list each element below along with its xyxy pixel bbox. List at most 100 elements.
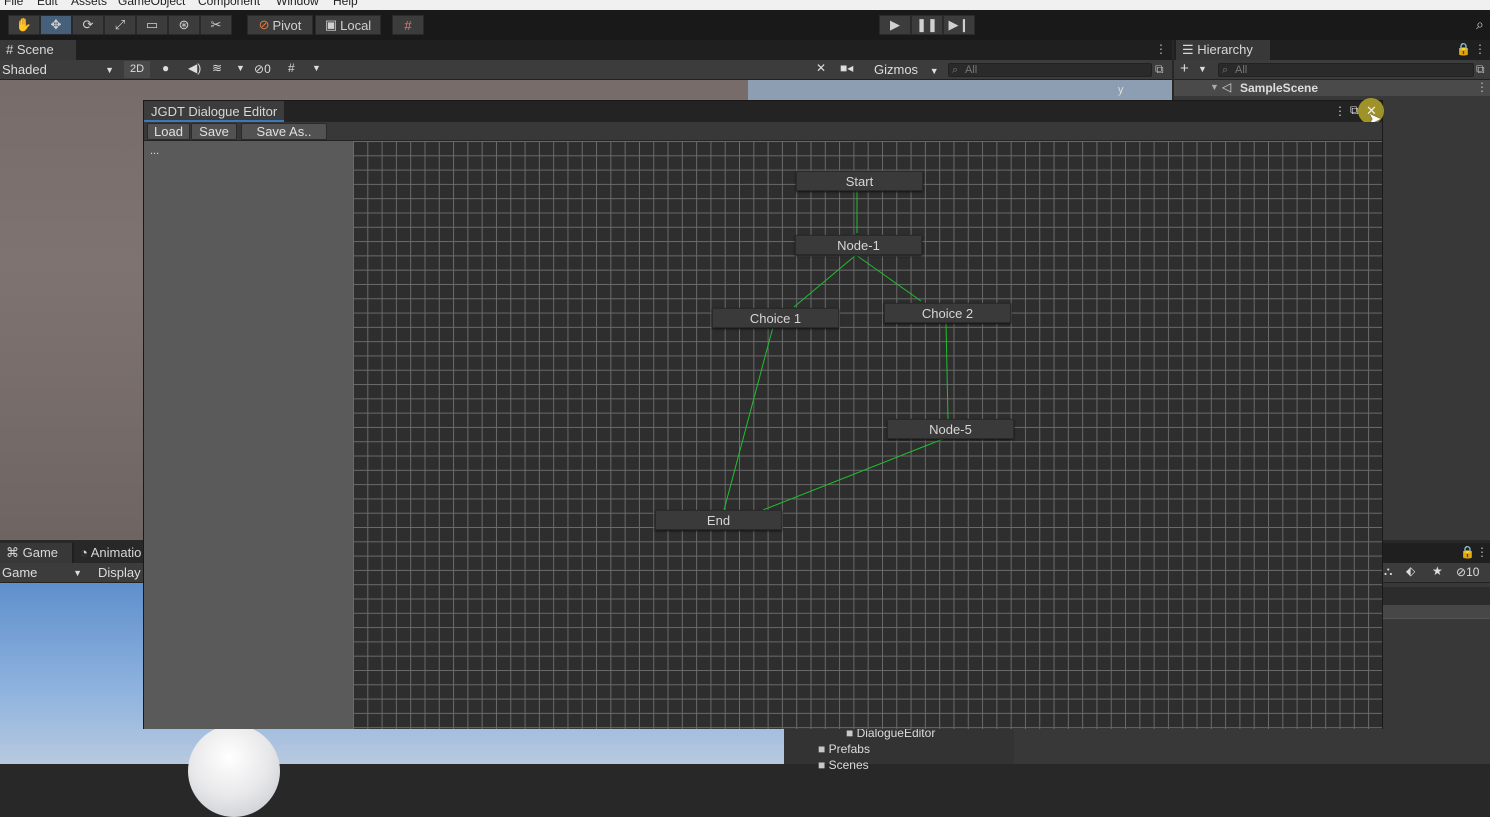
scene-search-placeholder: All — [965, 64, 978, 76]
shading-label: Shaded — [2, 62, 47, 77]
pause-button[interactable]: ❚❚ — [911, 15, 943, 35]
tab-scene[interactable]: # Scene — [0, 40, 76, 60]
main-toolbar: ✋ ✥ ⟳ ⤢ ▭ ⊛ ✂ ⊘ Pivot ▣ Local # ▶ ❚❚ ▶❙ … — [0, 10, 1490, 40]
tab-animation-label: Animatio — [90, 545, 142, 560]
project-hidden-count: 10 — [1466, 565, 1480, 579]
menu-assets[interactable]: Assets — [71, 0, 107, 8]
scene-search-input[interactable]: ⌕ All — [948, 63, 1152, 77]
rect-tool-icon[interactable]: ▭ — [136, 15, 168, 35]
gizmos-label: Gizmos — [874, 62, 919, 77]
local-toggle[interactable]: ▣ Local — [315, 15, 381, 35]
custom-tool-icon[interactable]: ✂ — [200, 15, 232, 35]
editor-toolbar: Load Save Save As.. — [144, 122, 1382, 141]
tab-hierarchy[interactable]: ☰ Hierarchy — [1176, 40, 1270, 60]
expand-icon[interactable]: ▼ — [1210, 82, 1219, 92]
mode-2d-toggle[interactable]: 2D — [124, 61, 150, 78]
hierarchy-more-icon[interactable]: ⋮ — [1474, 42, 1486, 56]
hidden-objects-toggle[interactable]: ⊘0 — [254, 62, 271, 76]
graph-node-node-1[interactable]: Node-1 — [795, 235, 922, 255]
effects-chevron-icon[interactable]: ▼ — [236, 63, 245, 73]
project-tabbar: 🔒 ⋮ — [1382, 543, 1490, 563]
game-view-label: Game — [2, 565, 38, 580]
hierarchy-toolbar: + ▼ ⌕ All ⧉ — [1174, 60, 1490, 80]
scale-tool-icon[interactable]: ⤢ — [104, 15, 136, 35]
hidden-count: 0 — [264, 62, 271, 76]
menu-edit[interactable]: Edit — [37, 0, 58, 8]
project-lock-icon[interactable]: 🔒 — [1460, 545, 1475, 559]
editor-more-icon[interactable]: ⋮ — [1334, 104, 1346, 118]
save-button[interactable]: Save — [191, 123, 237, 140]
lock-icon[interactable]: 🔒 — [1456, 42, 1471, 56]
pivot-toggle[interactable]: ⊘ Pivot — [247, 15, 313, 35]
graph-node-node-5[interactable]: Node-5 — [887, 419, 1014, 439]
scene-more-icon[interactable]: ⋮ — [1155, 42, 1167, 56]
add-icon[interactable]: + — [1180, 60, 1189, 77]
tab-game[interactable]: ⌘ Game — [0, 543, 72, 563]
chevron-down-icon: ▼ — [105, 65, 114, 75]
hierarchy-tabbar: ☰ Hierarchy 🔒 ⋮ — [1174, 40, 1490, 60]
folder-item-prefabs[interactable]: ■ Prefabs — [818, 742, 870, 756]
filter-by-type-icon[interactable]: ⛬ — [1384, 564, 1392, 579]
camera-icon[interactable]: ■◂ — [840, 61, 853, 75]
unity-scene-icon: ◁ — [1222, 80, 1232, 94]
link-node1-choice2 — [855, 254, 922, 302]
local-cube-icon: ▣ — [324, 17, 338, 32]
rotate-tool-icon[interactable]: ⟳ — [72, 15, 104, 35]
add-chevron-icon[interactable]: ▼ — [1198, 64, 1207, 74]
project-hidden-toggle[interactable]: ⊘10 — [1456, 565, 1479, 579]
node-links — [723, 191, 949, 511]
folder-icon: ■ — [818, 758, 826, 772]
game-view-dropdown[interactable]: Game ▼ — [2, 565, 86, 580]
search-icon[interactable]: ⌕ — [1476, 16, 1484, 33]
scene-row[interactable]: ▼ ◁ SampleScene ⋮ — [1174, 80, 1490, 96]
scene-search-options-icon[interactable]: ⧉ — [1155, 62, 1164, 77]
step-button[interactable]: ▶❙ — [943, 15, 975, 35]
local-label: Local — [340, 17, 372, 33]
project-toolbar: ⛬ ⬖ ★ ⊘10 — [1382, 563, 1490, 583]
favorites-star-icon[interactable]: ★ — [1432, 564, 1443, 578]
hierarchy-search-icon: ⌕ — [1222, 64, 1229, 76]
hierarchy-search-placeholder: All — [1235, 64, 1248, 76]
scene-gizmo-area — [748, 80, 1172, 100]
node-graph-canvas[interactable]: Start Node-1 Choice 1 Choice 2 Node-5 En… — [353, 141, 1382, 729]
tools-icon[interactable]: ✕ — [816, 61, 826, 75]
project-more-icon[interactable]: ⋮ — [1476, 545, 1488, 559]
transform-tool-icon[interactable]: ⊛ — [168, 15, 200, 35]
shading-dropdown[interactable]: Shaded ▼ — [2, 62, 118, 77]
graph-node-choice-2[interactable]: Choice 2 — [884, 303, 1011, 323]
scene-tabbar: # Scene ⋮ — [0, 40, 1172, 60]
gizmos-dropdown[interactable]: Gizmos ▼ — [874, 62, 939, 77]
grid-chevron-icon[interactable]: ▼ — [312, 63, 321, 73]
play-button[interactable]: ▶ — [879, 15, 911, 35]
tab-game-label: Game — [22, 545, 59, 560]
menu-component[interactable]: Component — [198, 0, 260, 8]
audio-icon[interactable]: ◀) — [188, 61, 201, 75]
scene-row-more-icon[interactable]: ⋮ — [1476, 80, 1488, 94]
graph-node-start[interactable]: Start — [796, 171, 923, 191]
display-dropdown[interactable]: Display — [98, 565, 141, 580]
menu-bar: File Edit Assets GameObject Component Wi… — [0, 0, 1490, 10]
graph-node-choice-1[interactable]: Choice 1 — [712, 308, 839, 328]
graph-node-end[interactable]: End — [655, 510, 782, 530]
editor-title-tab[interactable]: JGDT Dialogue Editor — [144, 101, 285, 122]
effects-icon[interactable]: ≋ — [212, 61, 222, 75]
hierarchy-search-options-icon[interactable]: ⧉ — [1476, 62, 1485, 77]
load-button[interactable]: Load — [147, 123, 190, 140]
menu-gameobject[interactable]: GameObject — [118, 0, 185, 8]
filter-by-label-icon[interactable]: ⬖ — [1406, 564, 1415, 578]
hand-tool-icon[interactable]: ✋ — [8, 15, 40, 35]
grid-snap-icon[interactable]: # — [392, 15, 424, 35]
project-list-header — [1382, 605, 1490, 619]
menu-window[interactable]: Window — [276, 0, 319, 8]
save-as-button[interactable]: Save As.. — [241, 123, 327, 140]
move-tool-icon[interactable]: ✥ — [40, 15, 72, 35]
game-view-chevron-icon: ▼ — [73, 568, 82, 578]
sphere-object — [188, 725, 280, 817]
folder-item-scenes[interactable]: ■ Scenes — [818, 758, 869, 772]
gamepad-icon: ⌘ — [6, 545, 19, 560]
menu-file[interactable]: File — [4, 0, 23, 8]
grid-toggle-icon[interactable]: # — [288, 61, 295, 75]
menu-help[interactable]: Help — [333, 0, 358, 8]
hierarchy-search-input[interactable]: ⌕ All — [1218, 63, 1474, 77]
lighting-icon[interactable]: ● — [162, 61, 169, 75]
